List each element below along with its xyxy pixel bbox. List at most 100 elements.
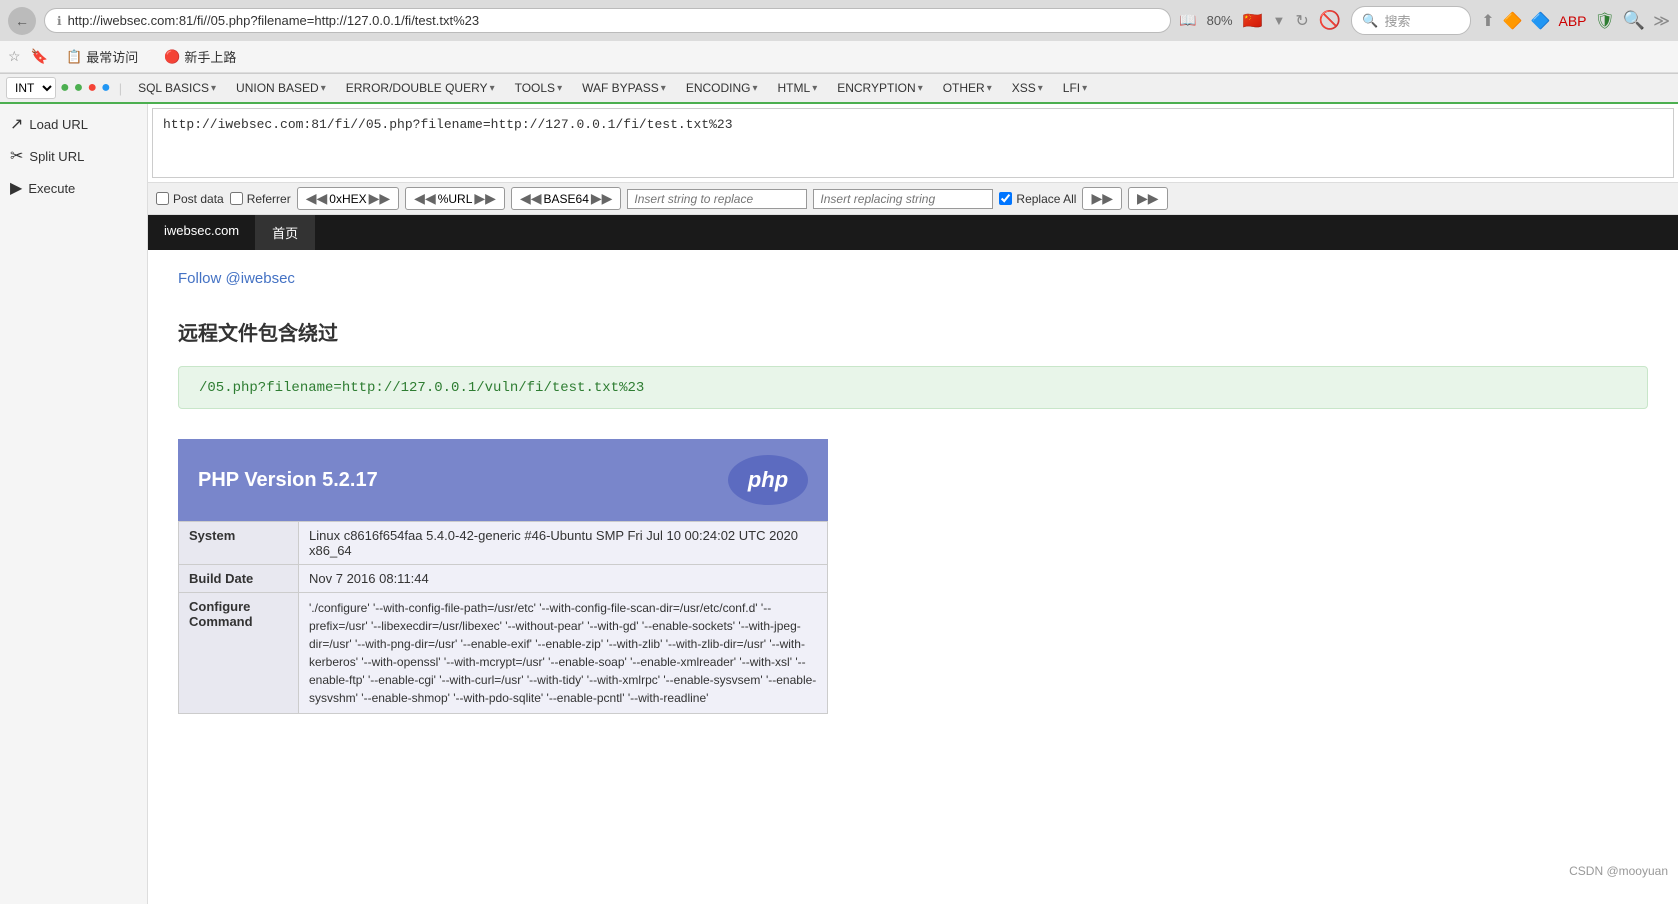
tabs-bar: iwebsec.com 首页 (148, 215, 1678, 250)
menu-lfi[interactable]: LFI ▾ (1055, 78, 1095, 98)
bookmark-zuichang-label: 最常访问 (86, 47, 138, 66)
search-icon: 🔍 (1362, 13, 1378, 29)
table-cell-configure-value: './configure' '--with-config-file-path=/… (299, 593, 828, 714)
int-select[interactable]: INT (6, 77, 56, 99)
table-cell-system-label: System (179, 522, 299, 565)
menu-waf-bypass-label: WAF BYPASS (582, 81, 659, 95)
tab-homepage-label: 首页 (272, 226, 298, 241)
menu-xss-label: XSS (1012, 81, 1036, 95)
base64-label: BASE64 (544, 192, 589, 206)
share-icon[interactable]: ⬆ (1481, 11, 1494, 31)
oxhex-encode-btn[interactable]: ◀◀ 0xHEX ▶▶ (297, 187, 399, 210)
table-cell-builddate-value: Nov 7 2016 08:11:44 (299, 565, 828, 593)
sidebar-item-load-url[interactable]: ↗ Load URL (0, 108, 147, 140)
toolbar-row: Post data Referrer ◀◀ 0xHEX ▶▶ ◀◀ %URL ▶… (148, 183, 1678, 215)
menu-tools[interactable]: TOOLS ▾ (507, 78, 571, 98)
menu-error-double-label: ERROR/DOUBLE QUERY (346, 81, 488, 95)
bookmarks-bar: ☆ 🔖 📋 最常访问 🔴 新手上路 (0, 41, 1678, 73)
referrer-checkbox[interactable] (230, 192, 243, 205)
menu-xss[interactable]: XSS ▾ (1004, 78, 1051, 98)
blocked-icon: 🚫 (1319, 10, 1341, 31)
insert-to-replace-input[interactable] (627, 189, 807, 209)
tab-homepage[interactable]: 首页 (256, 215, 315, 250)
more-icon[interactable]: ≫ (1653, 11, 1670, 31)
red-dot: ● (87, 79, 97, 97)
replace-next-arrow: ▶▶ (1137, 190, 1159, 207)
arrow-right-oxhex: ▶▶ (369, 190, 391, 207)
tab-iwebsec[interactable]: iwebsec.com (148, 215, 256, 250)
url-display-text: /05.php?filename=http://127.0.0.1/vuln/f… (199, 380, 644, 396)
ext1-icon[interactable]: 🔶 (1503, 11, 1523, 31)
pcturl-encode-btn[interactable]: ◀◀ %URL ▶▶ (405, 187, 505, 210)
replace-all-checkbox[interactable] (999, 192, 1012, 205)
reader-icon: 📖 (1179, 12, 1196, 29)
menu-waf-bypass[interactable]: WAF BYPASS ▾ (574, 78, 674, 98)
ext3-icon[interactable]: ABP (1559, 13, 1587, 29)
menu-encoding[interactable]: ENCODING ▾ (678, 78, 766, 98)
menu-sql-basics-label: SQL BASICS (138, 81, 209, 95)
arrow-left-base64: ◀◀ (520, 190, 542, 207)
menu-other[interactable]: OTHER ▾ (935, 78, 1000, 98)
green-dot2: ● (74, 79, 84, 97)
php-logo: php (728, 455, 808, 505)
extension-toolbar: INT ● ● ● ● | SQL BASICS ▾ UNION BASED ▾… (0, 74, 1678, 104)
php-header: PHP Version 5.2.17 php (178, 439, 828, 521)
load-url-icon: ↗ (10, 114, 23, 134)
menu-other-label: OTHER (943, 81, 985, 95)
magnifier-icon[interactable]: 🔍 (1623, 10, 1645, 31)
referrer-label: Referrer (247, 192, 291, 206)
post-data-checkbox[interactable] (156, 192, 169, 205)
replace-all-label: Replace All (1016, 192, 1076, 206)
bookmark-item-xinshou[interactable]: 🔴 新手上路 (156, 45, 244, 68)
replace-next-btn[interactable]: ▶▶ (1128, 187, 1168, 210)
back-button[interactable]: ← (8, 7, 36, 35)
back-icon: ← (15, 13, 29, 29)
flag-dropdown-icon[interactable]: ▼ (1273, 13, 1286, 28)
bookmark-item-zuichang[interactable]: 📋 最常访问 (58, 45, 146, 68)
sidebar-item-execute[interactable]: ▶ Execute (0, 172, 147, 204)
bookmark-star-icon[interactable]: ☆ (8, 48, 21, 65)
ext2-icon[interactable]: 🔷 (1531, 11, 1551, 31)
insert-replacing-input[interactable] (813, 189, 993, 209)
menu-error-double[interactable]: ERROR/DOUBLE QUERY ▾ (338, 78, 503, 98)
base64-encode-btn[interactable]: ◀◀ BASE64 ▶▶ (511, 187, 621, 210)
bookmark-zuichang-icon: 📋 (66, 49, 82, 65)
menu-xss-arrow: ▾ (1038, 83, 1043, 94)
toolbar-separator: | (119, 81, 122, 96)
url-textarea[interactable]: http://iwebsec.com:81/fi//05.php?filenam… (152, 108, 1674, 178)
url-bar[interactable]: ℹ http://iwebsec.com:81/fi//05.php?filen… (44, 8, 1171, 33)
watermark: CSDN @mooyuan (1569, 864, 1668, 878)
arrow-left-oxhex: ◀◀ (306, 190, 328, 207)
search-bar[interactable]: 🔍 搜索 (1351, 6, 1471, 35)
sidebar: ↗ Load URL ✂ Split URL ▶ Execute (0, 104, 148, 904)
menu-union-based[interactable]: UNION BASED ▾ (228, 78, 334, 98)
menu-sql-basics-arrow: ▾ (211, 83, 216, 94)
replace-all-checkbox-item[interactable]: Replace All (999, 192, 1076, 206)
arrow-left-pcturl: ◀◀ (414, 190, 436, 207)
refresh-icon[interactable]: ↻ (1295, 11, 1308, 31)
bookmark-auto-icon[interactable]: 🔖 (31, 48, 48, 65)
menu-tools-label: TOOLS (515, 81, 555, 95)
table-row: Build Date Nov 7 2016 08:11:44 (179, 565, 828, 593)
menu-encryption-label: ENCRYPTION (837, 81, 915, 95)
bookmark-xinshou-icon: 🔴 (164, 49, 180, 65)
sidebar-item-split-url[interactable]: ✂ Split URL (0, 140, 147, 172)
url-display: http://iwebsec.com:81/fi//05.php?filenam… (68, 13, 1159, 28)
arrow-right-base64: ▶▶ (591, 190, 613, 207)
post-data-checkbox-item[interactable]: Post data (156, 192, 224, 206)
referrer-checkbox-item[interactable]: Referrer (230, 192, 291, 206)
menu-encoding-label: ENCODING (686, 81, 751, 95)
table-row: Configure Command './configure' '--with-… (179, 593, 828, 714)
blue-dot: ● (101, 79, 111, 97)
menu-encoding-arrow: ▾ (752, 83, 757, 94)
menu-html[interactable]: HTML ▾ (770, 78, 826, 98)
menu-union-based-label: UNION BASED (236, 81, 319, 95)
replace-prev-btn[interactable]: ▶▶ (1082, 187, 1122, 210)
follow-link[interactable]: Follow @iwebsec (178, 270, 295, 287)
menu-encryption[interactable]: ENCRYPTION ▾ (829, 78, 931, 98)
ext4-icon[interactable]: 🛡 (1595, 11, 1615, 31)
menu-union-based-arrow: ▾ (321, 83, 326, 94)
load-url-label: Load URL (29, 117, 88, 132)
bookmark-xinshou-label: 新手上路 (184, 47, 236, 66)
menu-sql-basics[interactable]: SQL BASICS ▾ (130, 78, 224, 98)
